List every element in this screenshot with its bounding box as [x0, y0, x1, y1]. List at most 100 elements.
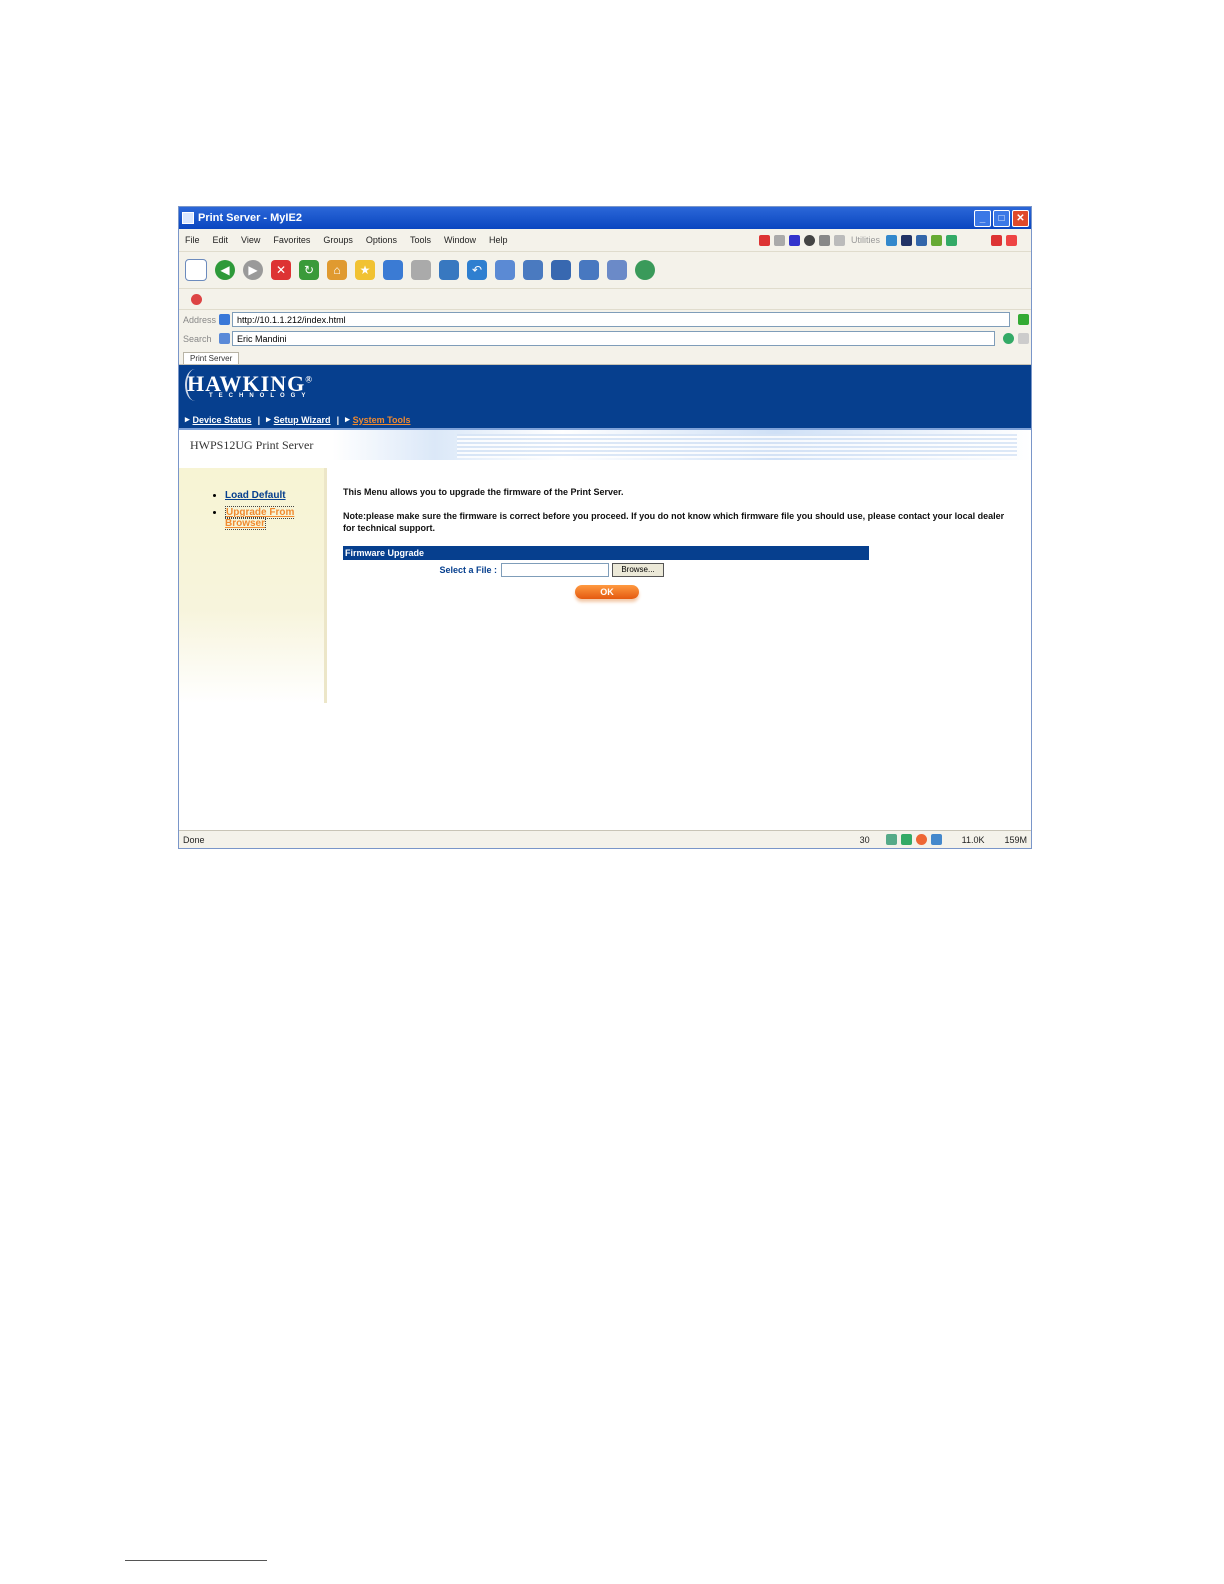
ok-button[interactable]: OK [575, 585, 639, 599]
proxy-icon[interactable] [885, 834, 897, 845]
close-tab-icon[interactable] [991, 234, 1002, 246]
menu-help[interactable]: Help [489, 235, 508, 245]
nav-setup-wizard[interactable]: Setup Wizard [274, 415, 331, 425]
nav-arrow-icon: ▸ [266, 414, 271, 424]
save-icon[interactable] [439, 260, 459, 280]
speed-icon[interactable] [900, 834, 912, 845]
menu-window[interactable]: Window [444, 235, 476, 245]
file-select-row: Select a File : Browse... [343, 561, 869, 579]
nav-arrow-icon: ▸ [185, 414, 190, 424]
grid-icon[interactable] [788, 234, 800, 246]
footnote-divider [125, 1560, 267, 1561]
minimize-button[interactable]: _ [974, 209, 991, 227]
select-file-label: Select a File : [439, 565, 497, 575]
new-page-icon[interactable] [185, 259, 207, 281]
hawking-logo: HAWKING® TECHNOLOGY [187, 371, 313, 399]
close-all-icon[interactable] [1006, 234, 1017, 246]
header-decoration [457, 434, 1017, 458]
back-icon[interactable]: ◀ [215, 260, 235, 280]
sidebar-item-load-default: Load Default [225, 490, 324, 501]
browser-window: Print Server - MyIE2 _ □ ✕ File Edit Vie… [178, 206, 1032, 849]
search-input[interactable]: Eric Mandini [232, 331, 995, 346]
tile-icon[interactable] [551, 260, 571, 280]
tab-print-server[interactable]: Print Server [183, 352, 240, 364]
main-nav: ▸ Device Status | ▸ Setup Wizard | ▸ Sys… [179, 411, 1031, 430]
download-icon[interactable] [930, 834, 942, 845]
menu-file[interactable]: File [185, 235, 200, 245]
menu-options[interactable]: Options [366, 235, 397, 245]
sidebar: Load Default Upgrade From Browser [179, 468, 327, 703]
bulb-icon[interactable] [886, 234, 897, 246]
page-header: HWPS12UG Print Server [179, 430, 1031, 460]
address-bar: Address http://10.1.1.212/index.html [179, 310, 1031, 329]
memory-usage: 159M [1004, 834, 1027, 845]
refresh-icon[interactable]: ↻ [299, 260, 319, 280]
page-size: 11.0K [961, 834, 985, 845]
tab-count: 30 [859, 834, 870, 845]
intro-text: This Menu allows you to upgrade the firm… [343, 487, 624, 497]
favorites-star-icon[interactable]: ★ [355, 260, 375, 280]
nav-separator: | [336, 414, 340, 425]
flash-icon[interactable] [915, 834, 927, 845]
window-title: Print Server - MyIE2 [198, 212, 302, 224]
firmware-upgrade-heading: Firmware Upgrade [343, 546, 869, 560]
globe-icon[interactable] [635, 260, 655, 280]
search-bar: Search Eric Mandini [179, 329, 1031, 348]
nav-device-status[interactable]: Device Status [193, 415, 252, 425]
menu-utilities[interactable]: Utilities [851, 235, 880, 245]
home-icon[interactable]: ⌂ [327, 260, 347, 280]
maximize-button[interactable]: □ [993, 209, 1010, 227]
upgrade-from-browser-link[interactable]: Upgrade From Browser [225, 506, 295, 530]
address-input[interactable]: http://10.1.1.212/index.html [232, 312, 1010, 327]
app-icon [182, 212, 194, 224]
forward-icon[interactable]: ▶ [243, 260, 263, 280]
arrow-icon [219, 314, 230, 325]
menu-bar: File Edit View Favorites Groups Options … [179, 229, 1031, 252]
status-bar: Done 30 11.0K 159M [179, 830, 1031, 848]
document-icon[interactable] [607, 260, 627, 280]
nav-separator: | [257, 414, 261, 425]
firmware-upgrade-panel: Firmware Upgrade Select a File : Browse.… [343, 546, 869, 599]
popup-blocker-icon[interactable] [758, 234, 770, 246]
nav-system-tools[interactable]: System Tools [353, 415, 411, 425]
links-icon[interactable] [191, 293, 202, 305]
window-icon[interactable] [901, 234, 912, 246]
history-icon[interactable] [383, 260, 403, 280]
nav-arrow-icon: ▸ [345, 414, 350, 424]
filter-icon[interactable] [931, 234, 942, 246]
tab-bar: Print Server [179, 348, 1031, 365]
go-icon[interactable] [1018, 314, 1029, 325]
page-icon[interactable] [773, 234, 785, 246]
page-title: HWPS12UG Print Server [190, 437, 314, 452]
close-button[interactable]: ✕ [1012, 209, 1029, 227]
columns-icon[interactable] [523, 260, 543, 280]
status-text: Done [183, 834, 205, 845]
bookmark-icon[interactable] [916, 234, 927, 246]
pen-icon[interactable] [818, 234, 830, 246]
compass-icon[interactable] [803, 234, 815, 246]
search-icon [219, 333, 230, 344]
star-icon[interactable] [833, 234, 845, 246]
search-label: Search [183, 333, 212, 344]
layout-icon[interactable] [495, 260, 515, 280]
cascade-icon[interactable] [579, 260, 599, 280]
undo-icon[interactable]: ↶ [467, 260, 487, 280]
print-icon[interactable] [411, 260, 431, 280]
brand-banner: HAWKING® TECHNOLOGY [179, 365, 1031, 411]
title-bar: Print Server - MyIE2 _ □ ✕ [179, 207, 1031, 229]
main-panel: This Menu allows you to upgrade the firm… [343, 486, 1013, 599]
load-default-link[interactable]: Load Default [225, 490, 286, 501]
menu-groups[interactable]: Groups [323, 235, 353, 245]
file-path-input[interactable] [501, 563, 609, 577]
address-label: Address [183, 314, 217, 325]
toolbar: ◀ ▶ ✕ ↻ ⌂ ★ ↶ [179, 252, 1031, 289]
menu-view[interactable]: View [241, 235, 260, 245]
menu-edit[interactable]: Edit [213, 235, 229, 245]
brush-icon[interactable] [946, 234, 957, 246]
browse-button[interactable]: Browse... [612, 563, 664, 577]
menu-tools[interactable]: Tools [410, 235, 431, 245]
highlight-icon[interactable] [1018, 333, 1029, 344]
search-go-icon[interactable] [1003, 333, 1014, 344]
stop-icon[interactable]: ✕ [271, 260, 291, 280]
menu-favorites[interactable]: Favorites [273, 235, 310, 245]
